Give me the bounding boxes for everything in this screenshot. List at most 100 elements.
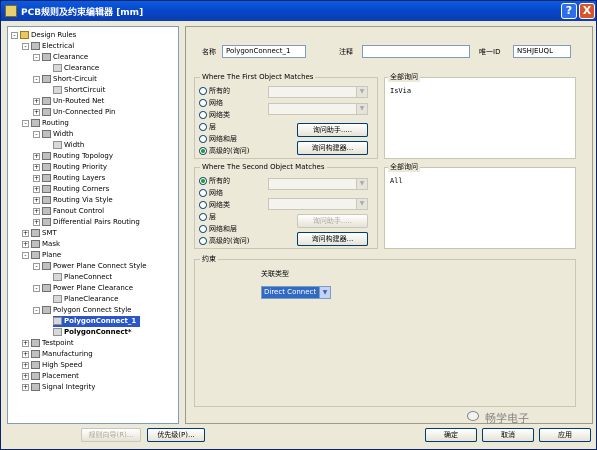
tree-item-plane[interactable]: - Plane bbox=[22, 250, 61, 261]
first-net-combo[interactable]: ▼ bbox=[268, 86, 368, 98]
apply-button[interactable]: 应用 bbox=[539, 428, 591, 442]
second-radio-net[interactable]: 网络 bbox=[199, 188, 223, 198]
expand-icon[interactable]: + bbox=[33, 207, 40, 215]
expand-icon[interactable]: + bbox=[22, 350, 29, 358]
expand-icon[interactable]: + bbox=[33, 174, 40, 182]
tree-item-polygon-connect-1[interactable]: PolygonConnect_1 bbox=[53, 316, 141, 327]
tree-item-short-circuit-rule[interactable]: ShortCircuit bbox=[53, 85, 105, 96]
tree-item-manufacturing[interactable]: + Manufacturing bbox=[22, 349, 93, 360]
tree-item-testpoint[interactable]: + Testpoint bbox=[22, 338, 74, 349]
tree-item-clearance[interactable]: - Clearance bbox=[33, 52, 88, 63]
expand-icon[interactable]: + bbox=[22, 240, 29, 248]
tree-item-width[interactable]: - Width bbox=[33, 129, 73, 140]
collapse-icon[interactable]: - bbox=[33, 262, 40, 270]
second-full-query[interactable]: 全部询问 All bbox=[384, 162, 576, 249]
radio-icon bbox=[199, 225, 207, 233]
tree-item-routing-via-style[interactable]: + Routing Via Style bbox=[33, 195, 113, 206]
tree-item-design-rules[interactable]: - Design Rules bbox=[11, 30, 76, 41]
collapse-icon[interactable]: - bbox=[22, 42, 29, 50]
first-radio-net[interactable]: 网络 bbox=[199, 98, 223, 108]
connect-type-select[interactable]: Direct Connect ▼ bbox=[261, 286, 331, 299]
first-query-builder-button[interactable]: 询问构建器... bbox=[297, 141, 368, 155]
expand-icon[interactable]: + bbox=[33, 108, 40, 116]
tree-item-routing-topology[interactable]: + Routing Topology bbox=[33, 151, 113, 162]
second-radio-all[interactable]: 所有的 bbox=[199, 176, 230, 186]
collapse-icon[interactable]: - bbox=[22, 251, 29, 259]
expand-icon[interactable]: + bbox=[33, 218, 40, 226]
tree-item-width-rule[interactable]: Width bbox=[53, 140, 84, 151]
collapse-icon[interactable]: - bbox=[33, 53, 40, 61]
expand-icon[interactable]: + bbox=[33, 163, 40, 171]
second-radio-net-layer[interactable]: 网络和层 bbox=[199, 224, 237, 234]
first-radio-all[interactable]: 所有的 bbox=[199, 86, 230, 96]
tree-item-diff-pairs-routing[interactable]: + Differential Pairs Routing bbox=[33, 217, 140, 228]
collapse-icon[interactable]: - bbox=[11, 31, 18, 39]
expand-icon[interactable]: + bbox=[22, 361, 29, 369]
expand-icon[interactable]: + bbox=[22, 383, 29, 391]
second-radio-netclass[interactable]: 网络类 bbox=[199, 200, 230, 210]
tree-item-routing-priority[interactable]: + Routing Priority bbox=[33, 162, 107, 173]
tree-item-plane-connect[interactable]: PlaneConnect bbox=[53, 272, 112, 283]
second-object-title: Where The Second Object Matches bbox=[200, 162, 327, 172]
tree-item-clearance-rule[interactable]: Clearance bbox=[53, 63, 99, 74]
first-radio-netclass[interactable]: 网络类 bbox=[199, 110, 230, 120]
second-radio-advanced[interactable]: 高级的(询问) bbox=[199, 236, 249, 246]
tree-item-signal-integrity[interactable]: + Signal Integrity bbox=[22, 382, 95, 393]
first-netclass-combo[interactable]: ▼ bbox=[268, 103, 368, 115]
ok-button[interactable]: 确定 bbox=[425, 428, 477, 442]
expand-icon[interactable]: + bbox=[33, 152, 40, 160]
second-query-builder-button[interactable]: 询问构建器... bbox=[297, 232, 368, 246]
expand-icon[interactable]: + bbox=[33, 185, 40, 193]
collapse-icon[interactable]: - bbox=[33, 306, 40, 314]
expand-icon[interactable]: + bbox=[22, 372, 29, 380]
second-query-helper-button[interactable]: 询问助手..... bbox=[297, 214, 368, 228]
title-bar[interactable]: PCB规则及约束编辑器 [mm] ? X bbox=[1, 1, 596, 21]
cancel-button[interactable]: 取消 bbox=[482, 428, 534, 442]
comment-input[interactable] bbox=[362, 45, 470, 58]
priorities-button[interactable]: 优先级(P)... bbox=[147, 428, 205, 442]
first-radio-net-layer[interactable]: 网络和层 bbox=[199, 134, 237, 144]
collapse-icon[interactable]: - bbox=[22, 119, 29, 127]
tree-item-plane-clearance[interactable]: PlaneClearance bbox=[53, 294, 118, 305]
tree-item-routing[interactable]: - Routing bbox=[22, 118, 69, 129]
rule-type-icon bbox=[42, 284, 51, 292]
tree-item-electrical[interactable]: - Electrical bbox=[22, 41, 74, 52]
first-radio-advanced[interactable]: 高级的(询问) bbox=[199, 146, 249, 156]
expand-icon[interactable]: + bbox=[22, 339, 29, 347]
tree-item-placement[interactable]: + Placement bbox=[22, 371, 79, 382]
second-netclass-combo[interactable]: ▼ bbox=[268, 198, 368, 210]
tree-item-mask[interactable]: + Mask bbox=[22, 239, 60, 250]
tree-item-routing-corners[interactable]: + Routing Corners bbox=[33, 184, 109, 195]
name-input[interactable]: PolygonConnect_1 bbox=[222, 45, 306, 58]
expand-icon[interactable]: + bbox=[22, 229, 29, 237]
tree-item-unrouted-net[interactable]: + Un-Routed Net bbox=[33, 96, 104, 107]
rule-wizard-button[interactable]: 规则向导(R)... bbox=[81, 428, 141, 442]
unique-id-input[interactable]: NSHJEUQL bbox=[513, 45, 571, 58]
rules-tree[interactable]: - Design Rules - Electrical - Clearance Cle… bbox=[7, 26, 179, 424]
close-button[interactable]: X bbox=[579, 3, 595, 19]
tree-item-power-plane-connect-style[interactable]: - Power Plane Connect Style bbox=[33, 261, 147, 272]
tree-item-power-plane-clearance[interactable]: - Power Plane Clearance bbox=[33, 283, 133, 294]
collapse-icon[interactable]: - bbox=[33, 130, 40, 138]
tree-item-unconnected-pin[interactable]: + Un-Connected Pin bbox=[33, 107, 115, 118]
tree-item-fanout-control[interactable]: + Fanout Control bbox=[33, 206, 104, 217]
help-button[interactable]: ? bbox=[561, 3, 577, 19]
category-icon bbox=[31, 42, 40, 50]
second-radio-layer[interactable]: 层 bbox=[199, 212, 216, 222]
collapse-icon[interactable]: - bbox=[33, 284, 40, 292]
first-query-label: 全部询问 bbox=[388, 72, 420, 82]
second-net-combo[interactable]: ▼ bbox=[268, 178, 368, 190]
collapse-icon[interactable]: - bbox=[33, 75, 40, 83]
tree-item-high-speed[interactable]: + High Speed bbox=[22, 360, 82, 371]
expand-icon[interactable]: + bbox=[33, 196, 40, 204]
first-full-query[interactable]: 全部询问 IsVia bbox=[384, 72, 576, 159]
tree-item-smt[interactable]: + SMT bbox=[22, 228, 57, 239]
expand-icon[interactable]: + bbox=[33, 97, 40, 105]
tree-item-polygon-connect-style[interactable]: - Polygon Connect Style bbox=[33, 305, 131, 316]
first-radio-layer[interactable]: 层 bbox=[199, 122, 216, 132]
category-icon bbox=[31, 240, 40, 248]
tree-item-polygon-connect[interactable]: PolygonConnect* bbox=[53, 327, 132, 338]
tree-item-routing-layers[interactable]: + Routing Layers bbox=[33, 173, 105, 184]
first-query-helper-button[interactable]: 询问助手..... bbox=[297, 123, 368, 137]
tree-item-short-circuit[interactable]: - Short-Circuit bbox=[33, 74, 97, 85]
